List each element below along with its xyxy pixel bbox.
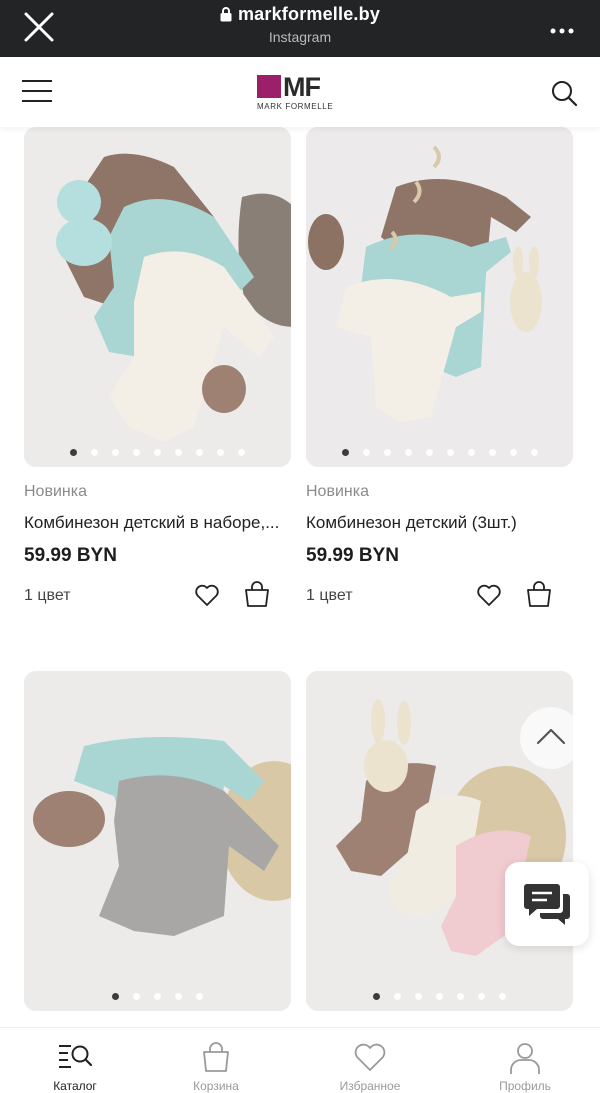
pagination-dot[interactable] [154, 993, 161, 1000]
favorite-heart-icon[interactable] [194, 582, 220, 608]
brand-logo[interactable]: MF MARK FORMELLE [257, 72, 343, 111]
pagination-dot[interactable] [238, 449, 245, 456]
pagination-dot[interactable] [70, 449, 77, 456]
bag-icon [203, 1042, 229, 1072]
heart-icon [354, 1043, 386, 1071]
product-title[interactable]: Комбинезон детский в наборе,... [24, 513, 291, 533]
photo-pagination-dots[interactable] [24, 443, 291, 461]
product-price: 59.99 BYN [306, 545, 399, 566]
nav-favorites[interactable]: Избранное [295, 1028, 445, 1093]
color-count: 1 цвет [306, 587, 353, 604]
pagination-dot[interactable] [446, 449, 454, 456]
photo-pagination-dots[interactable] [306, 987, 573, 1005]
chat-bubbles-icon [524, 884, 570, 925]
browser-url-text: markformelle.by [237, 4, 381, 24]
pagination-dot[interactable] [467, 449, 475, 456]
logo-text: MARK FORMELLE [257, 102, 334, 111]
browser-source: Instagram [268, 29, 332, 45]
pagination-dot[interactable] [362, 449, 370, 456]
nav-cart[interactable]: Корзина [141, 1028, 291, 1093]
logo-mark: MF [283, 72, 321, 102]
nav-profile-label: Профиль [499, 1079, 551, 1093]
in-app-browser-bar: markformelle.by Instagram [0, 0, 600, 57]
nav-catalog[interactable]: Каталог [0, 1028, 150, 1093]
favorite-heart-icon[interactable] [476, 582, 502, 608]
photo-pagination-dots[interactable] [306, 443, 573, 461]
nav-cart-label: Корзина [193, 1079, 239, 1093]
browser-url: markformelle.by [0, 4, 600, 25]
pagination-dot[interactable] [530, 449, 538, 456]
catalog-search-icon [59, 1045, 93, 1068]
person-icon [510, 1043, 540, 1074]
nav-profile[interactable]: Профиль [450, 1028, 600, 1093]
new-badge: Новинка [306, 483, 369, 500]
more-options-icon[interactable] [550, 14, 574, 40]
bottom-navigation: Каталог Корзина Избранное Профиль [0, 1027, 600, 1093]
pagination-dot[interactable] [196, 993, 203, 1000]
pagination-dot[interactable] [91, 449, 98, 456]
lock-icon [220, 7, 232, 22]
pagination-dot[interactable] [509, 449, 517, 456]
product-photo[interactable] [24, 127, 291, 467]
product-price: 59.99 BYN [24, 545, 117, 566]
pagination-dot[interactable] [154, 449, 161, 456]
pagination-dot[interactable] [175, 993, 182, 1000]
pagination-dot[interactable] [415, 993, 422, 1000]
pagination-dot[interactable] [112, 449, 119, 456]
color-count: 1 цвет [24, 587, 71, 604]
pagination-dot[interactable] [341, 449, 349, 456]
product-photo-illustration [306, 127, 573, 467]
pagination-dot[interactable] [478, 993, 485, 1000]
chevron-up-icon [536, 728, 566, 745]
pagination-dot[interactable] [175, 449, 182, 456]
product-title[interactable]: Комбинезон детский (3шт.) [306, 513, 573, 533]
product-photo[interactable] [24, 671, 291, 1011]
pagination-dot[interactable] [425, 449, 433, 456]
photo-pagination-dots[interactable] [24, 987, 291, 1005]
pagination-dot[interactable] [133, 993, 140, 1000]
pagination-dot[interactable] [394, 993, 401, 1000]
hamburger-menu-icon[interactable] [22, 80, 52, 104]
scroll-to-top-button[interactable] [520, 707, 582, 769]
chat-button[interactable] [505, 862, 589, 946]
pagination-dot[interactable] [217, 449, 224, 456]
product-photo-illustration [24, 127, 291, 467]
add-to-cart-bag-icon[interactable] [526, 580, 552, 608]
pagination-dot[interactable] [488, 449, 496, 456]
pagination-dot[interactable] [112, 993, 119, 1000]
pagination-dot[interactable] [133, 449, 140, 456]
logo-square [257, 75, 281, 98]
nav-favorites-label: Избранное [339, 1079, 401, 1093]
pagination-dot[interactable] [196, 449, 203, 456]
search-icon[interactable] [550, 79, 578, 107]
product-photo-illustration [24, 671, 291, 1011]
site-header: MF MARK FORMELLE [0, 57, 600, 127]
pagination-dot[interactable] [436, 993, 443, 1000]
product-photo[interactable] [306, 127, 573, 467]
pagination-dot[interactable] [499, 993, 506, 1000]
pagination-dot[interactable] [383, 449, 391, 456]
new-badge: Новинка [24, 483, 87, 500]
add-to-cart-bag-icon[interactable] [244, 580, 270, 608]
pagination-dot[interactable] [457, 993, 464, 1000]
pagination-dot[interactable] [404, 449, 412, 456]
nav-catalog-label: Каталог [53, 1079, 97, 1093]
pagination-dot[interactable] [373, 993, 380, 1000]
